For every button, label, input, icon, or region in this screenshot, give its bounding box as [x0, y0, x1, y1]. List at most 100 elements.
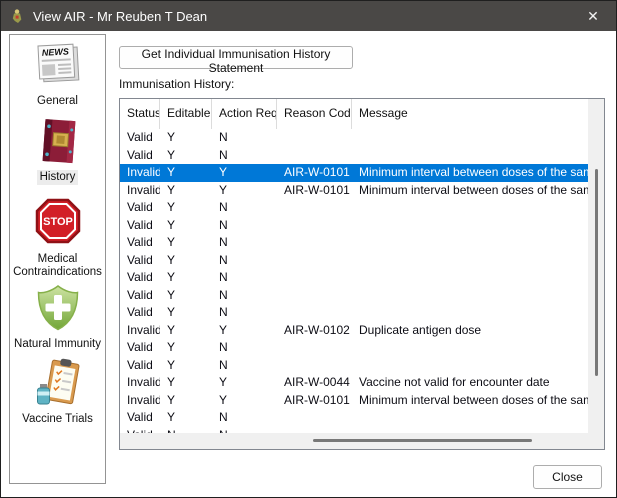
column-header-message[interactable]: Message	[352, 99, 588, 129]
cell-message: Vaccine not valid for encounter date	[352, 374, 588, 392]
column-header-action-req[interactable]: Action Req	[212, 99, 277, 129]
cell-reason-code: AIR-W-0101	[277, 182, 352, 200]
cell-reason-code	[277, 409, 352, 427]
table-row[interactable]: Valid Y N	[120, 304, 588, 322]
cell-action-req: Y	[212, 374, 277, 392]
clipboard-vial-icon	[32, 357, 84, 409]
cell-status: Invalid	[120, 182, 160, 200]
table-row[interactable]: Invalid Y Y AIR-W-0044 Vaccine not valid…	[120, 374, 588, 392]
cell-action-req: N	[212, 217, 277, 235]
sidebar-item-general[interactable]: NEWS General	[10, 39, 105, 109]
column-header-status[interactable]: Status	[120, 99, 160, 129]
cell-action-req: Y	[212, 164, 277, 182]
column-header-editable[interactable]: Editable	[160, 99, 212, 129]
cell-status: Valid	[120, 287, 160, 305]
cell-reason-code	[277, 217, 352, 235]
cell-message	[352, 304, 588, 322]
cell-action-req: N	[212, 147, 277, 165]
cell-reason-code	[277, 269, 352, 287]
cell-status: Valid	[120, 339, 160, 357]
cell-reason-code	[277, 357, 352, 375]
table-row[interactable]: Valid Y N	[120, 357, 588, 375]
cell-action-req: Y	[212, 182, 277, 200]
cell-status: Valid	[120, 217, 160, 235]
vertical-scrollbar[interactable]	[588, 99, 604, 433]
cell-editable: Y	[160, 322, 212, 340]
table-body: Valid Y N Valid Y N Invalid Y Y AIR-W-01…	[120, 129, 588, 433]
cell-editable: Y	[160, 357, 212, 375]
vertical-scrollbar-thumb[interactable]	[595, 169, 598, 376]
immunisation-history-table: Status Editable Action Req Reason Code M…	[119, 98, 605, 450]
cell-message	[352, 409, 588, 427]
cell-action-req: N	[212, 234, 277, 252]
cell-editable: Y	[160, 217, 212, 235]
table-row[interactable]: Valid Y N	[120, 287, 588, 305]
cell-message: Minimum interval between doses of the sa…	[352, 392, 588, 410]
table-row[interactable]: Invalid Y Y AIR-W-0101 Minimum interval …	[120, 182, 588, 200]
sidebar-item-natural-immunity[interactable]: Natural Immunity	[10, 282, 105, 352]
cell-status: Invalid	[120, 322, 160, 340]
get-statement-button[interactable]: Get Individual Immunisation History Stat…	[119, 46, 353, 69]
sidebar-item-medical-contraindications[interactable]: STOP Medical Contraindications	[10, 197, 105, 280]
cell-editable: Y	[160, 164, 212, 182]
sidebar-item-vaccine-trials[interactable]: Vaccine Trials	[10, 357, 105, 427]
cell-reason-code: AIR-W-0044	[277, 374, 352, 392]
cell-message	[352, 252, 588, 270]
svg-text:NEWS: NEWS	[41, 46, 68, 57]
table-row[interactable]: Invalid Y Y AIR-W-0101 Minimum interval …	[120, 164, 588, 182]
cell-editable: Y	[160, 147, 212, 165]
cell-message	[352, 357, 588, 375]
sidebar-item-history[interactable]: History	[10, 115, 105, 185]
table-row[interactable]: Valid Y N	[120, 409, 588, 427]
shield-cross-icon	[32, 282, 84, 334]
cell-status: Valid	[120, 199, 160, 217]
cell-reason-code	[277, 234, 352, 252]
cell-action-req: N	[212, 199, 277, 217]
cell-editable: Y	[160, 392, 212, 410]
cell-reason-code	[277, 129, 352, 147]
cell-message	[352, 217, 588, 235]
close-button[interactable]: Close	[533, 465, 602, 489]
cell-action-req: N	[212, 304, 277, 322]
table-row[interactable]: Valid Y N	[120, 234, 588, 252]
column-header-reason-code[interactable]: Reason Code	[277, 99, 352, 129]
window-close-button[interactable]: ✕	[570, 1, 616, 31]
cell-reason-code	[277, 252, 352, 270]
cell-reason-code: AIR-W-0101	[277, 392, 352, 410]
cell-editable: Y	[160, 252, 212, 270]
table-row[interactable]: Invalid Y Y AIR-W-0101 Minimum interval …	[120, 392, 588, 410]
sidebar: NEWS General	[9, 34, 106, 484]
cell-status: Valid	[120, 252, 160, 270]
cell-editable: Y	[160, 374, 212, 392]
window-title: View AIR - Mr Reuben T Dean	[33, 9, 207, 24]
table-row[interactable]: Valid Y N	[120, 269, 588, 287]
newspaper-icon: NEWS	[32, 39, 84, 91]
cell-status: Valid	[120, 269, 160, 287]
table-row[interactable]: Valid Y N	[120, 199, 588, 217]
app-icon	[10, 8, 24, 24]
cell-message	[352, 129, 588, 147]
cell-action-req: N	[212, 409, 277, 427]
stop-sign-icon: STOP	[32, 197, 84, 249]
table-row[interactable]: Valid Y N	[120, 147, 588, 165]
table-row[interactable]: Valid Y N	[120, 217, 588, 235]
cell-action-req: N	[212, 269, 277, 287]
cell-status: Invalid	[120, 374, 160, 392]
cell-status: Valid	[120, 304, 160, 322]
cell-action-req: N	[212, 252, 277, 270]
table-row[interactable]: Valid Y N	[120, 129, 588, 147]
horizontal-scrollbar-thumb[interactable]	[313, 439, 532, 442]
immunisation-history-label: Immunisation History:	[119, 77, 234, 91]
cell-action-req: N	[212, 339, 277, 357]
cell-action-req: Y	[212, 322, 277, 340]
scrollbar-corner	[588, 433, 604, 449]
table-row[interactable]: Valid Y N	[120, 339, 588, 357]
cell-action-req: N	[212, 357, 277, 375]
horizontal-scrollbar[interactable]	[120, 433, 588, 449]
sidebar-item-label: Medical Contraindications	[10, 252, 105, 280]
table-row[interactable]: Invalid Y Y AIR-W-0102 Duplicate antigen…	[120, 322, 588, 340]
cell-editable: Y	[160, 234, 212, 252]
cell-message: Minimum interval between doses of the sa…	[352, 164, 588, 182]
table-row[interactable]: Valid Y N	[120, 252, 588, 270]
cell-editable: Y	[160, 339, 212, 357]
